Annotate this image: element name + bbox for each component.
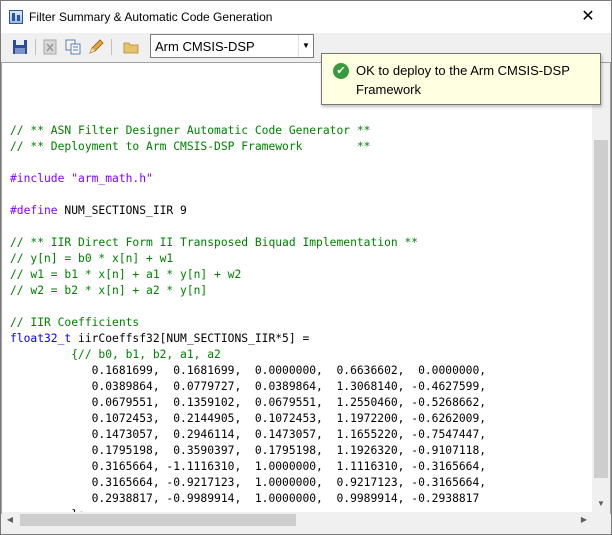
code-line: 0.0389864, 0.0779727, 0.0389864, 1.30681… — [10, 380, 487, 393]
toolbar-separator — [111, 39, 112, 55]
horizontal-scroll-thumb[interactable] — [20, 514, 296, 526]
code-line: 0.0679551, 0.1359102, 0.0679551, 1.25504… — [10, 396, 487, 409]
code-line: // w1 = b1 * x[n] + a1 * y[n] + w2 — [10, 268, 242, 281]
code-line: // ** ASN Filter Designer Automatic Code… — [10, 124, 371, 137]
excel-icon — [43, 39, 57, 55]
window-title: Filter Summary & Automatic Code Generati… — [29, 10, 273, 24]
code-line: 0.1072453, 0.2144905, 0.1072453, 1.19722… — [10, 412, 487, 425]
code-listing: // ** ASN Filter Designer Automatic Code… — [10, 107, 487, 513]
scrollbar-corner — [592, 512, 610, 528]
code-line: // y[n] = b0 * x[n] + w1 — [10, 252, 174, 265]
code-line: // w2 = b2 * x[n] + a2 * y[n] — [10, 284, 208, 297]
code-line: 0.2938817, -0.9989914, 1.0000000, 0.9989… — [10, 492, 480, 505]
save-button[interactable] — [11, 38, 29, 56]
app-icon — [9, 10, 23, 24]
title-bar: Filter Summary & Automatic Code Generati… — [1, 1, 611, 33]
code-line: 0.1473057, 0.2946114, 0.1473057, 1.16552… — [10, 428, 487, 441]
deploy-status-message: OK to deploy to the Arm CMSIS-DSP Framew… — [356, 63, 570, 97]
vertical-scroll-thumb[interactable] — [594, 140, 608, 478]
horizontal-scrollbar[interactable]: ◀ ▶ — [2, 512, 592, 528]
check-circle-icon: ✔ — [333, 63, 349, 79]
target-framework-select[interactable]: Arm CMSIS-DSP ▼ — [150, 34, 314, 58]
open-folder-button[interactable] — [122, 38, 140, 56]
code-line: // ** Deployment to Arm CMSIS-DSP Framew… — [10, 140, 371, 153]
code-directive: #define — [10, 204, 58, 217]
scroll-right-icon[interactable]: ▶ — [576, 512, 592, 528]
code-text: NUM_SECTIONS_IIR 9 — [57, 204, 187, 217]
filter-summary-window: Filter Summary & Automatic Code Generati… — [0, 0, 612, 535]
code-directive: #include — [10, 172, 72, 185]
pencil-icon — [89, 39, 104, 54]
code-line: 0.1795198, 0.3590397, 0.1795198, 1.19263… — [10, 444, 487, 457]
toolbar-separator — [35, 39, 36, 55]
code-line: #define NUM_SECTIONS_IIR 9 — [10, 203, 486, 219]
deploy-status-toast: ✔ OK to deploy to the Arm CMSIS-DSP Fram… — [321, 53, 601, 105]
chevron-down-icon[interactable]: ▼ — [298, 35, 313, 57]
code-line: // ** IIR Direct Form II Transposed Biqu… — [10, 236, 419, 249]
code-editor[interactable]: // ** ASN Filter Designer Automatic Code… — [1, 62, 611, 514]
code-string: "arm_math.h" — [71, 172, 153, 185]
edit-button[interactable] — [87, 38, 105, 56]
code-line: 0.1681699, 0.1681699, 0.0000000, 0.66366… — [10, 364, 487, 377]
code-type-keyword: float32_t — [10, 332, 72, 345]
code-line: float32_t iirCoeffsf32[NUM_SECTIONS_IIR*… — [10, 331, 486, 347]
code-line: {// b0, b1, b2, a1, a2 — [10, 348, 221, 361]
save-icon — [13, 40, 27, 54]
scroll-down-icon[interactable]: ▼ — [592, 496, 610, 512]
copy-button[interactable] — [64, 38, 82, 56]
code-text: iirCoeffsf32[NUM_SECTIONS_IIR*5] = — [71, 332, 310, 345]
export-excel-button[interactable] — [41, 38, 59, 56]
folder-icon — [123, 42, 139, 54]
scroll-left-icon[interactable]: ◀ — [2, 512, 18, 528]
vertical-scrollbar[interactable]: ▼ — [592, 63, 610, 512]
code-line: // IIR Coefficients — [10, 316, 140, 329]
close-icon: ✕ — [581, 8, 595, 25]
target-framework-value: Arm CMSIS-DSP — [155, 39, 255, 54]
close-button[interactable]: ✕ — [565, 1, 611, 33]
code-line: 0.3165664, -1.1116310, 1.0000000, 1.1116… — [10, 460, 487, 473]
copy-icon — [65, 39, 81, 55]
code-line: 0.3165664, -0.9217123, 1.0000000, 0.9217… — [10, 476, 487, 489]
code-line: #include "arm_math.h" — [10, 171, 486, 187]
